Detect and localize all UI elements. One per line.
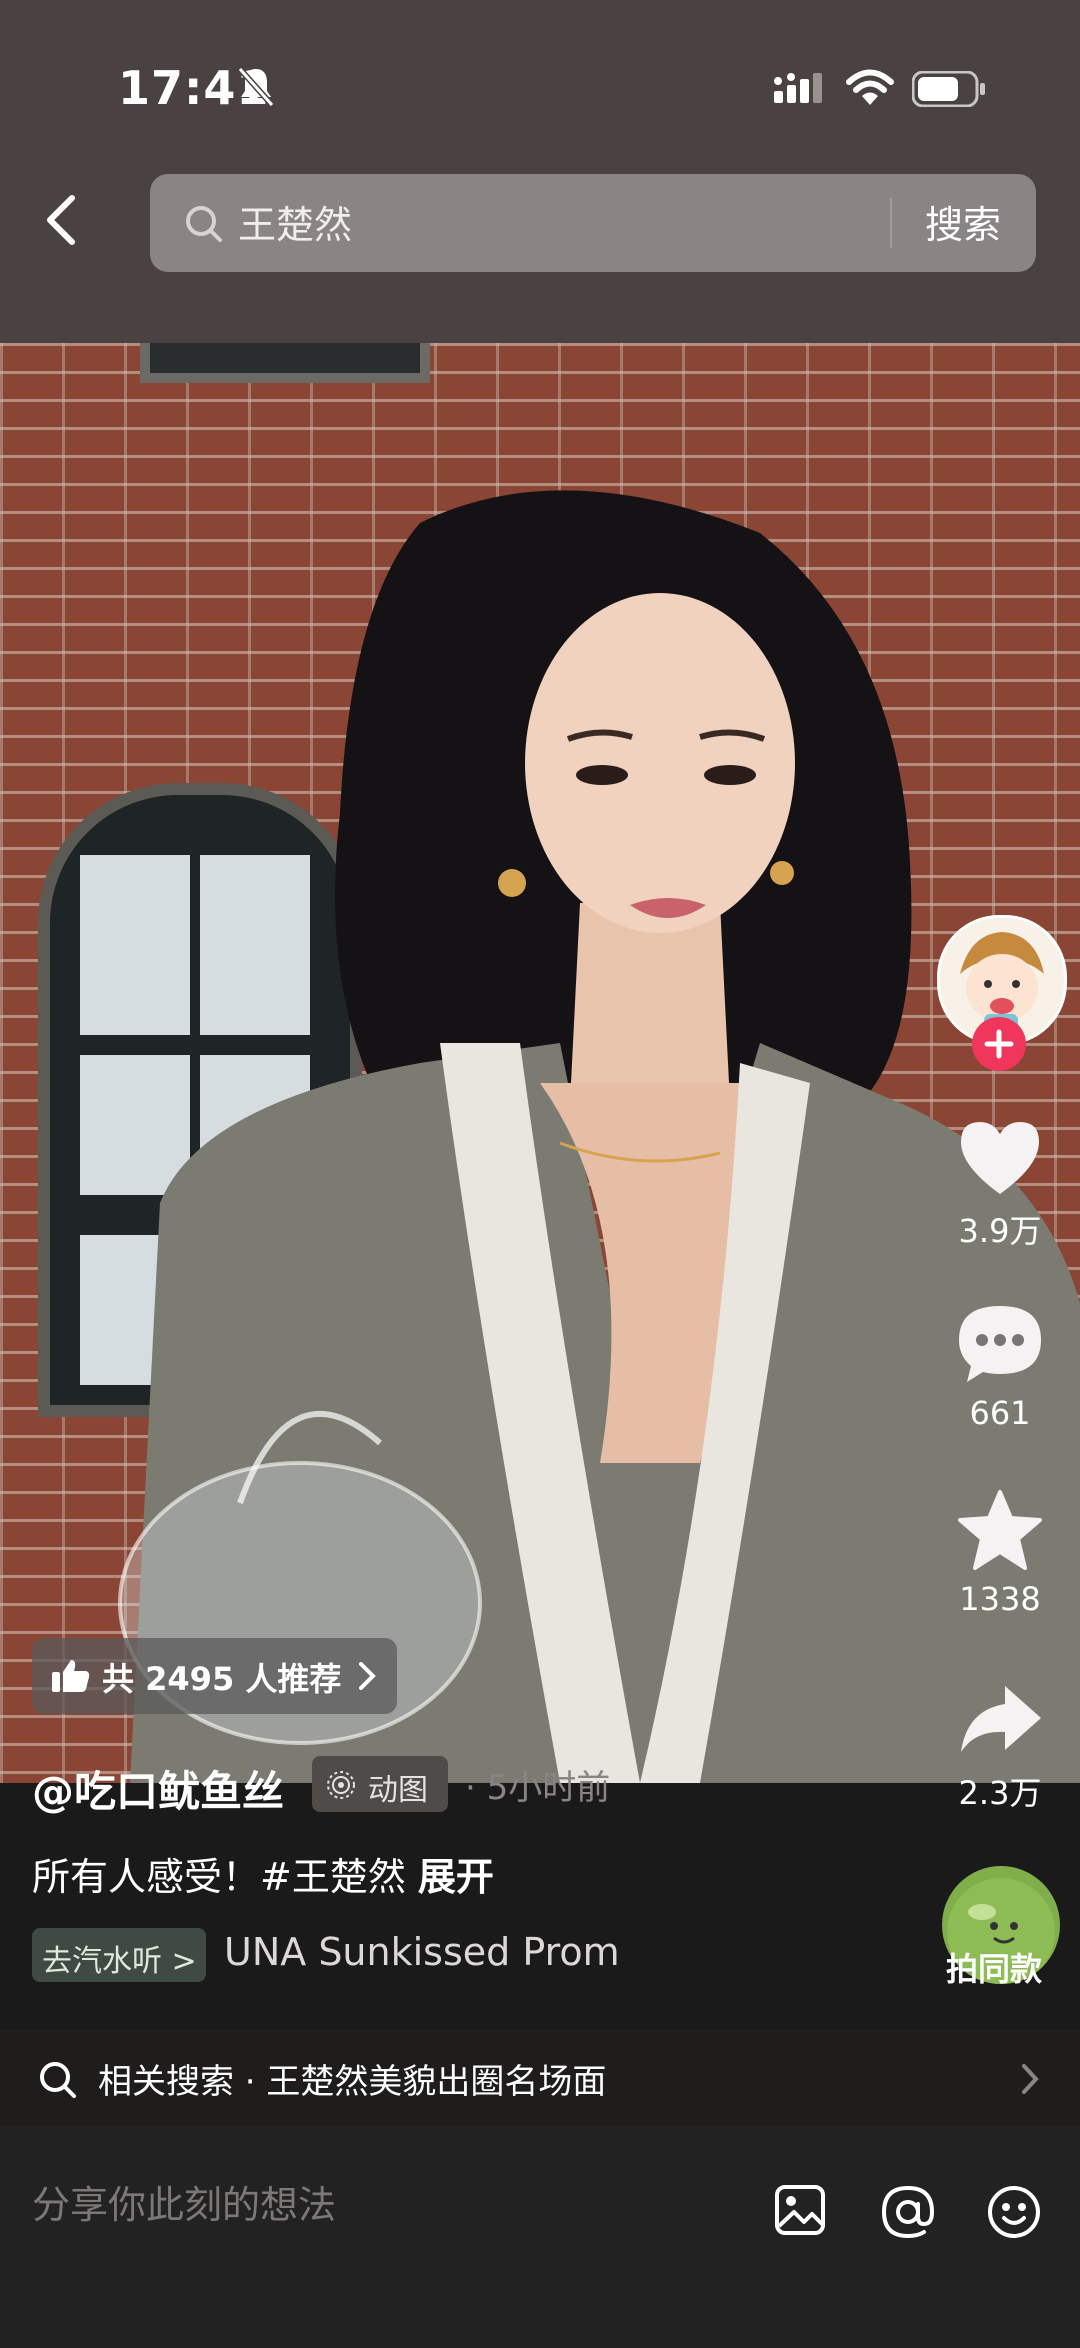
- chevron-right-icon: [359, 1662, 376, 1690]
- emoji-icon[interactable]: [986, 2184, 1042, 2240]
- comment-action[interactable]: 661: [940, 1302, 1060, 1432]
- live-photo-icon: [327, 1771, 355, 1799]
- related-search-bar[interactable]: 相关搜索 · 王楚然美貌出圈名场面: [0, 2030, 1080, 2126]
- image-picker-icon[interactable]: [774, 2184, 826, 2236]
- share-arrow-icon: [961, 1686, 1041, 1752]
- cellular-signal-icon: [774, 73, 822, 103]
- star-icon: [958, 1490, 1042, 1570]
- top-bar: 17:41 王楚然 搜索: [0, 0, 1080, 343]
- favorite-count: 1338: [959, 1580, 1041, 1618]
- search-icon: [186, 206, 222, 242]
- comment-input[interactable]: 分享你此刻的想法: [32, 2174, 336, 2229]
- share-action[interactable]: 2.3万: [940, 1680, 1060, 1814]
- comment-bubble-icon: [959, 1306, 1041, 1382]
- like-count: 3.9万: [958, 1212, 1042, 1250]
- thumbs-up-icon: [52, 1660, 90, 1692]
- chevron-right-icon: [1022, 2064, 1039, 2094]
- music-source-tag[interactable]: 去汽水听 >: [32, 1928, 206, 1982]
- follow-button[interactable]: [972, 1017, 1026, 1071]
- favorite-action[interactable]: 1338: [940, 1488, 1060, 1618]
- animated-tag: 动图: [312, 1756, 448, 1812]
- like-action[interactable]: 3.9万: [940, 1118, 1060, 1252]
- same-style-label: 拍同款: [946, 1950, 1043, 1988]
- search-input[interactable]: 王楚然: [238, 194, 352, 249]
- status-bar: 17:41: [0, 55, 1080, 125]
- battery-icon: [912, 71, 985, 107]
- search-button[interactable]: 搜索: [925, 194, 1001, 249]
- recommend-pill[interactable]: 共 2495 人推荐: [32, 1638, 397, 1714]
- search-bar[interactable]: 王楚然 搜索: [150, 174, 1036, 272]
- wifi-icon: [846, 69, 894, 105]
- heart-icon: [961, 1122, 1039, 1194]
- related-search-text: 相关搜索 · 王楚然美貌出圈名场面: [98, 2062, 607, 2102]
- comment-composer: 分享你此刻的想法: [0, 2126, 1080, 2348]
- comment-count: 661: [969, 1394, 1031, 1432]
- search-divider: [890, 198, 892, 248]
- video-subject-image: [118, 490, 1080, 1783]
- music-source-label: 去汽水听 >: [42, 1944, 197, 1979]
- expand-link[interactable]: 展开: [418, 1855, 494, 1899]
- music-title[interactable]: UNA Sunkissed Prom: [224, 1930, 654, 1974]
- caption-text: 所有人感受！#王楚然: [32, 1855, 406, 1899]
- post-time: · 5小时前: [465, 1768, 611, 1808]
- caption: 所有人感受！#王楚然 展开: [32, 1846, 494, 1901]
- plus-icon: [984, 1029, 1014, 1059]
- silent-bell-icon: [237, 67, 275, 107]
- video-player[interactable]: [0, 343, 1080, 1783]
- animated-tag-label: 动图: [368, 1773, 428, 1808]
- recommend-count: 共 2495 人推荐: [102, 1660, 342, 1698]
- mention-icon[interactable]: [880, 2184, 936, 2240]
- search-icon: [40, 2062, 76, 2098]
- share-count: 2.3万: [958, 1774, 1042, 1812]
- back-button[interactable]: [34, 190, 94, 250]
- author-name[interactable]: @吃口鱿鱼丝: [32, 1758, 284, 1819]
